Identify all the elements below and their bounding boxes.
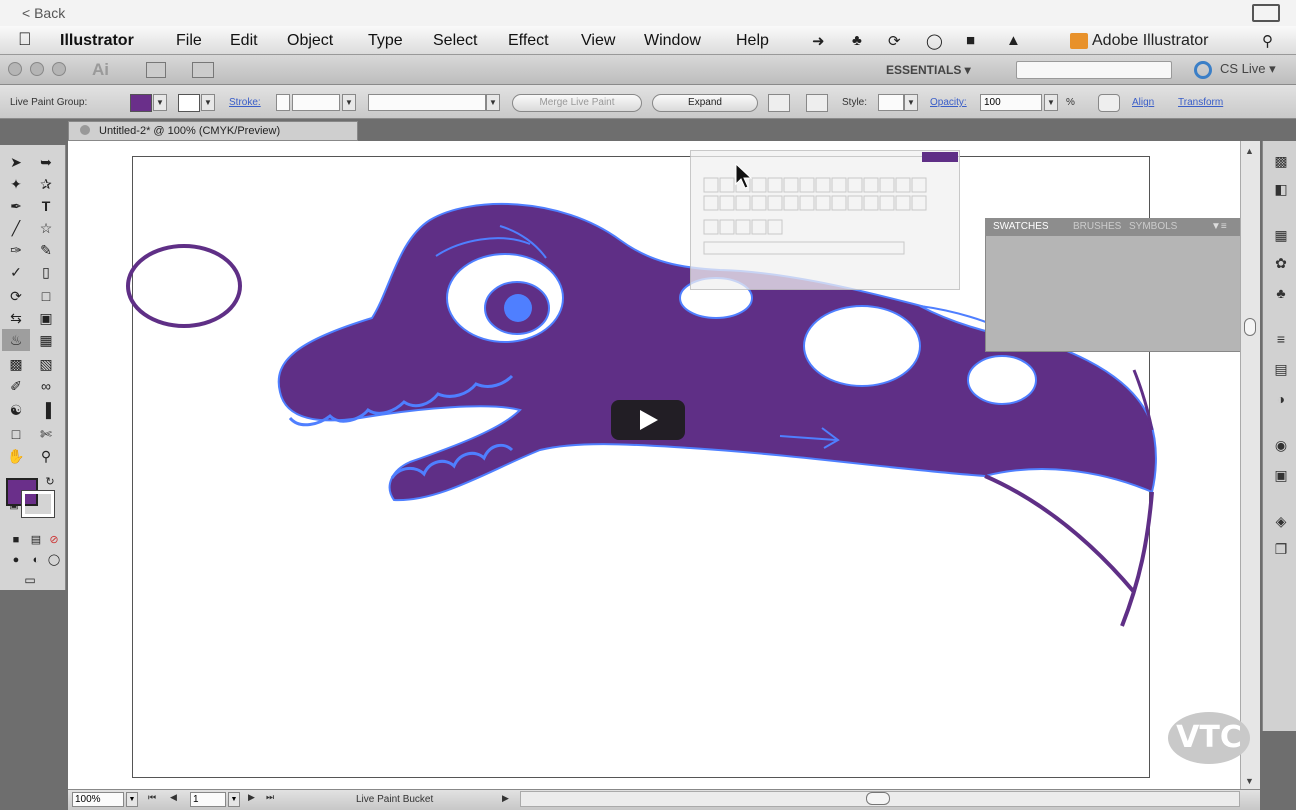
selection-tool-icon[interactable]: ➤	[2, 151, 30, 173]
previous-artboard-icon[interactable]: ◀	[170, 792, 177, 803]
tab-symbols[interactable]: SYMBOLS	[1129, 221, 1177, 232]
mouse-cursor-icon	[735, 162, 753, 189]
gradient-icon[interactable]: ▤	[1271, 361, 1291, 377]
color-panel-icon[interactable]: ◧	[1271, 181, 1291, 197]
lasso-tool-icon[interactable]: ✰	[32, 173, 60, 195]
spot-shape	[803, 305, 921, 387]
layers-icon[interactable]: ◈	[1271, 513, 1291, 529]
slice-tool-icon[interactable]: ✄	[32, 423, 60, 445]
tail-outline-stroke-2	[1120, 491, 1154, 627]
zoom-tool-icon[interactable]: ⚲	[32, 445, 60, 467]
eye-pupil-shape	[504, 294, 532, 322]
current-tool-status: Live Paint Bucket	[356, 794, 434, 805]
spot-shape	[967, 355, 1037, 405]
zoom-dropdown[interactable]: ▼	[126, 792, 138, 807]
live-paint-bucket-tool-icon[interactable]: ♨	[2, 329, 30, 351]
perspective-grid-tool-icon[interactable]: ▦	[32, 329, 60, 351]
tools-panel: ➤ ➥ ✦ ✰ ✒ T ╱ ☆ ✑ ✎ ✓ ▯ ⟳ □ ⇆ ▣ ♨ ▦ ▩ ▧ …	[0, 145, 66, 590]
type-tool-icon[interactable]: T	[32, 195, 60, 217]
mesh-tool-icon[interactable]: ▩	[2, 353, 30, 375]
hand-tool-icon[interactable]: ✋	[2, 445, 30, 467]
graphic-styles-icon[interactable]: ▣	[1271, 467, 1291, 483]
first-artboard-icon[interactable]: ⏮	[148, 792, 156, 803]
horizontal-scroll-thumb[interactable]	[866, 792, 890, 805]
scroll-up-icon[interactable]: ▲	[1245, 146, 1254, 156]
magic-wand-tool-icon[interactable]: ✦	[2, 173, 30, 195]
star-tool-icon[interactable]: ☆	[32, 217, 60, 239]
direct-selection-tool-icon[interactable]: ➥	[32, 151, 60, 173]
vertical-scrollbar[interactable]	[1240, 141, 1260, 789]
panel-tab-bar: SWATCHES BRUSHES SYMBOLS ▼≡	[985, 218, 1260, 236]
tab-brushes[interactable]: BRUSHES	[1073, 221, 1121, 232]
tail-outline-stroke	[984, 474, 1136, 594]
floating-swatch-grid-cells	[703, 152, 958, 255]
graph-tool-icon[interactable]: ▐	[32, 399, 60, 421]
stroke-swatch[interactable]	[21, 490, 55, 518]
last-artboard-icon[interactable]: ⏭	[266, 792, 274, 803]
swatches-icon[interactable]: ▦	[1271, 227, 1291, 243]
appearance-icon[interactable]: ◉	[1271, 437, 1291, 453]
artboard-number-field[interactable]: 1	[190, 792, 226, 807]
blend-tool-icon[interactable]: ∞	[32, 375, 60, 397]
play-icon	[640, 410, 658, 430]
screen-mode-icon[interactable]: ▭	[16, 569, 44, 591]
line-tool-icon[interactable]: ╱	[2, 217, 30, 239]
swatches-panel[interactable]	[985, 218, 1260, 352]
panel-dock: ▩ ◧ ▦ ✿ ♣ ≡ ▤ ◑ ◉ ▣ ◈ ❐	[1262, 141, 1296, 731]
stroke-icon[interactable]: ≡	[1271, 331, 1291, 347]
vertical-scroll-thumb[interactable]	[1244, 318, 1256, 336]
status-menu-icon[interactable]: ▶	[502, 793, 509, 804]
transparency-icon[interactable]: ◑	[1271, 391, 1291, 407]
empty-circle-shape	[126, 244, 242, 328]
artboard-tool-icon[interactable]: □	[2, 423, 30, 445]
paintbrush-tool-icon[interactable]: ✑	[2, 239, 30, 261]
width-tool-icon[interactable]: ⇆	[2, 307, 30, 329]
rotate-tool-icon[interactable]: ⟳	[2, 285, 30, 307]
artboard-dropdown[interactable]: ▼	[228, 792, 240, 807]
brushes-icon[interactable]: ✿	[1271, 255, 1291, 271]
symbols-icon[interactable]: ♣	[1271, 285, 1291, 301]
next-artboard-icon[interactable]: ▶	[248, 792, 255, 803]
scroll-down-icon[interactable]: ▼	[1245, 776, 1254, 786]
panel-options-icon[interactable]: ▼≡	[1211, 221, 1227, 232]
scale-tool-icon[interactable]: □	[32, 285, 60, 307]
draw-inside-icon[interactable]: ◯	[40, 549, 68, 571]
eyedropper-tool-icon[interactable]: ✐	[2, 375, 30, 397]
swap-fill-stroke-icon[interactable]: ↻	[36, 471, 64, 493]
color-guide-icon[interactable]: ▩	[1271, 153, 1291, 169]
artboards-icon[interactable]: ❐	[1271, 541, 1291, 557]
none-mode-icon[interactable]: ⊘	[40, 529, 68, 551]
blob-brush-tool-icon[interactable]: ✓	[2, 261, 30, 283]
pen-tool-icon[interactable]: ✒	[2, 195, 30, 217]
panel-header-bar	[922, 152, 958, 162]
eraser-tool-icon[interactable]: ▯	[32, 261, 60, 283]
vtc-watermark-logo: VTC	[1168, 712, 1250, 764]
pencil-tool-icon[interactable]: ✎	[32, 239, 60, 261]
gradient-tool-icon[interactable]: ▧	[32, 353, 60, 375]
tab-swatches[interactable]: SWATCHES	[993, 221, 1049, 232]
free-transform-tool-icon[interactable]: ▣	[32, 307, 60, 329]
zoom-level-field[interactable]: 100%	[72, 792, 124, 807]
symbol-sprayer-tool-icon[interactable]: ☯	[2, 399, 30, 421]
